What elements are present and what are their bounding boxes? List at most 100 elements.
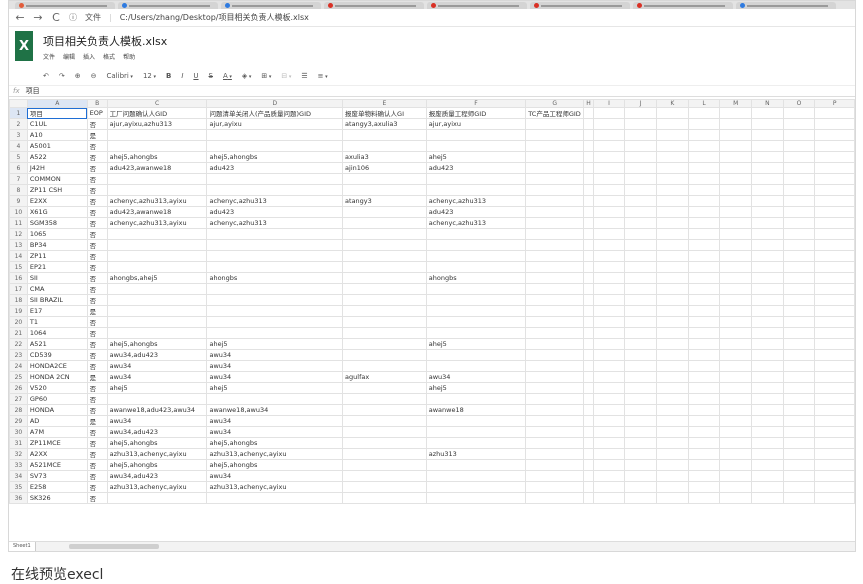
font-size-select[interactable]: 12 [143, 72, 156, 80]
cell[interactable] [655, 349, 689, 361]
menu-item[interactable]: 插入 [83, 52, 95, 61]
cell[interactable] [106, 140, 208, 152]
cell[interactable]: ZP11 [26, 250, 88, 262]
align-icon[interactable]: ≡ [318, 72, 328, 80]
cell[interactable] [106, 184, 208, 196]
menu-item[interactable]: 文件 [43, 52, 55, 61]
cell[interactable] [814, 327, 855, 339]
cell[interactable] [751, 294, 784, 306]
cell[interactable]: GP60 [26, 393, 88, 405]
cell[interactable] [814, 459, 855, 471]
cell[interactable]: 否 [86, 272, 108, 284]
row-header[interactable]: 28 [9, 404, 28, 416]
cell[interactable] [814, 206, 855, 218]
cell[interactable] [624, 107, 657, 119]
cell[interactable] [751, 437, 784, 449]
cell[interactable] [425, 239, 527, 251]
cell[interactable] [624, 459, 657, 471]
cell[interactable] [342, 239, 427, 251]
cell[interactable] [814, 426, 855, 438]
cell[interactable] [342, 382, 427, 394]
cell[interactable] [687, 437, 721, 449]
row-header[interactable]: 34 [9, 470, 28, 482]
cell[interactable] [719, 327, 752, 339]
cell[interactable] [719, 283, 752, 295]
cell[interactable] [624, 239, 657, 251]
cell[interactable] [425, 360, 527, 372]
cell[interactable] [751, 459, 784, 471]
cell[interactable]: 否 [86, 162, 108, 174]
cell[interactable] [624, 283, 657, 295]
row-header[interactable]: 20 [9, 316, 28, 328]
cell[interactable] [592, 338, 626, 350]
cell[interactable] [782, 415, 816, 427]
cell[interactable] [782, 217, 816, 229]
cell[interactable] [206, 294, 344, 306]
column-header[interactable]: G [525, 99, 585, 108]
cell[interactable] [592, 162, 626, 174]
cell[interactable] [719, 195, 752, 207]
cell[interactable] [342, 426, 427, 438]
cell[interactable] [687, 217, 721, 229]
cell[interactable]: awu34,adu423 [106, 349, 208, 361]
cell[interactable]: azhu313,achenyc,ayixu [106, 481, 208, 493]
cell[interactable] [342, 404, 427, 416]
cell[interactable] [655, 129, 689, 141]
cell[interactable] [782, 316, 816, 328]
cell[interactable] [583, 437, 594, 449]
cell[interactable] [106, 492, 208, 504]
cell[interactable] [655, 360, 689, 372]
cell[interactable] [425, 492, 527, 504]
row-header[interactable]: 17 [9, 283, 28, 295]
cell[interactable]: ZP11 CSH [26, 184, 88, 196]
cell[interactable] [814, 239, 855, 251]
cell[interactable] [751, 316, 784, 328]
cell[interactable] [751, 162, 784, 174]
cell[interactable]: atangy3 [342, 195, 427, 207]
cell[interactable] [751, 415, 784, 427]
cell[interactable] [624, 294, 657, 306]
cell[interactable] [687, 195, 721, 207]
cell[interactable]: atangy3,axulia3 [342, 118, 427, 130]
cell[interactable]: azhu313 [425, 448, 527, 460]
cell[interactable] [592, 206, 626, 218]
cell[interactable]: ahej5 [425, 382, 527, 394]
cell[interactable] [425, 129, 527, 141]
cell[interactable]: A10 [26, 129, 88, 141]
cell[interactable] [525, 239, 585, 251]
cell[interactable] [782, 327, 816, 339]
cell[interactable] [814, 151, 855, 163]
cell[interactable] [687, 448, 721, 460]
column-header[interactable]: L [687, 99, 721, 108]
cell[interactable] [782, 349, 816, 361]
cell[interactable] [751, 426, 784, 438]
cell[interactable] [687, 327, 721, 339]
cell[interactable] [583, 426, 594, 438]
cell[interactable] [719, 404, 752, 416]
cell[interactable]: 是 [86, 129, 108, 141]
row-header[interactable]: 1 [9, 107, 28, 119]
cell[interactable] [106, 261, 208, 273]
column-header[interactable]: D [206, 99, 344, 108]
cell[interactable]: SII [26, 272, 88, 284]
cell[interactable]: ahej5 [206, 382, 344, 394]
cell[interactable]: CD539 [26, 349, 88, 361]
cell[interactable]: 否 [86, 470, 108, 482]
cell[interactable] [624, 360, 657, 372]
cell[interactable] [583, 393, 594, 405]
cell[interactable]: awu34 [425, 371, 527, 383]
cell[interactable]: adu423,awanwe18 [106, 206, 208, 218]
cell[interactable] [624, 316, 657, 328]
cell[interactable]: SGM358 [26, 217, 88, 229]
cell[interactable] [655, 217, 689, 229]
cell[interactable] [751, 129, 784, 141]
cell[interactable]: awu34 [106, 371, 208, 383]
row-header[interactable]: 30 [9, 426, 28, 438]
cell[interactable] [106, 305, 208, 317]
cell[interactable] [751, 239, 784, 251]
cell[interactable] [687, 338, 721, 350]
cell[interactable] [719, 426, 752, 438]
cell[interactable] [342, 129, 427, 141]
cell[interactable] [687, 184, 721, 196]
cell[interactable] [687, 382, 721, 394]
